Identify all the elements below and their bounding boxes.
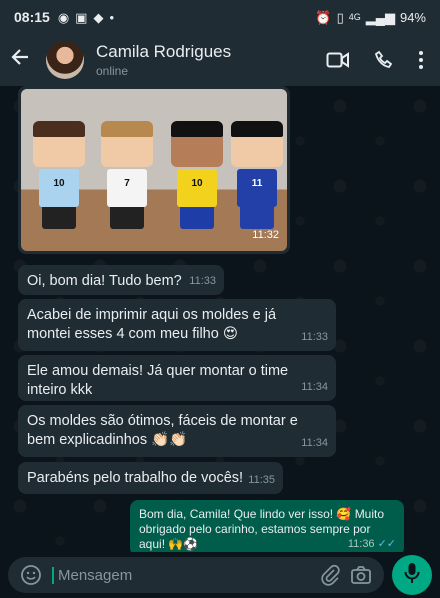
message-input[interactable] — [52, 566, 310, 584]
message-time: 11:36 — [347, 538, 375, 550]
attach-icon[interactable] — [320, 564, 340, 586]
back-arrow-icon[interactable] — [10, 47, 40, 73]
paper-figure: 10 — [31, 121, 87, 229]
message-text: Ele amou demais! Já quer montar o time i… — [27, 363, 289, 398]
microphone-icon — [404, 562, 420, 589]
chat-area[interactable]: 10 7 10 11 11:32 Oi, bom dia! Tudo bem? — [0, 86, 440, 556]
message-input-pill — [8, 557, 384, 593]
incoming-message[interactable]: Ele amou demais! Já quer montar o time i… — [18, 355, 336, 401]
message-time: 11:34 — [301, 381, 328, 393]
message-text: Oi, bom dia! Tudo bem? — [27, 273, 182, 289]
message-text: Parabéns pelo trabalho de vocês! — [27, 470, 244, 486]
contact-name: Camila Rodrigues — [96, 42, 232, 61]
vibrate-icon: ▯ — [336, 9, 344, 25]
status-bar: 08:15 ◉ ▣ ◆ • ⏰ ▯ 4G ▂▄▆ 94% — [0, 0, 440, 34]
photo-of-paper-figures[interactable]: 10 7 10 11 11:32 — [21, 89, 287, 251]
more-notifications-dot-icon: • — [109, 9, 115, 25]
message-time-status: 11:36 ✓✓ — [348, 537, 396, 552]
message-time: 11:32 — [252, 229, 279, 241]
emoji-icon[interactable] — [20, 564, 42, 586]
network-label: 4G — [348, 11, 361, 22]
message-time: 11:34 — [301, 437, 328, 449]
camera-icon[interactable] — [350, 565, 372, 585]
incoming-message[interactable]: Oi, bom dia! Tudo bem? 11:33 — [18, 265, 224, 295]
signal-icon: ▂▄▆ — [365, 9, 395, 25]
chat-notification-icon: ▣ — [75, 9, 88, 25]
game-notification-icon: ◆ — [93, 9, 104, 25]
message-time: 11:35 — [248, 474, 275, 486]
incoming-message[interactable]: Parabéns pelo trabalho de vocês! 11:35 — [18, 462, 283, 494]
status-time: 08:15 — [14, 9, 50, 25]
message-text: Acabei de imprimir aqui os moldes e já m… — [27, 307, 277, 342]
microphone-button[interactable] — [392, 555, 432, 595]
message-time: 11:33 — [189, 275, 216, 287]
contact-status: online — [96, 64, 129, 78]
outgoing-message[interactable]: Bom dia, Camila! Que lindo ver isso! 🥰 M… — [130, 500, 404, 556]
alarm-icon: ⏰ — [315, 9, 332, 25]
chat-header: Camila Rodrigues online — [0, 34, 440, 86]
more-options-icon[interactable] — [418, 50, 424, 70]
paper-figure: 11 — [229, 121, 285, 229]
incoming-message[interactable]: Acabei de imprimir aqui os moldes e já m… — [18, 299, 336, 351]
contact-avatar[interactable] — [46, 41, 84, 79]
paper-figure: 7 — [99, 121, 155, 229]
message-time: 11:33 — [301, 331, 328, 343]
voice-call-icon[interactable] — [374, 50, 394, 70]
video-call-icon[interactable] — [326, 51, 350, 69]
paper-figure: 10 — [169, 121, 225, 229]
read-ticks-icon: ✓✓ — [377, 538, 396, 550]
incoming-message[interactable]: Os moldes são ótimos, fáceis de montar e… — [18, 405, 336, 457]
message-text: Os moldes são ótimos, fáceis de montar e… — [27, 413, 298, 448]
whatsapp-notification-icon: ◉ — [57, 9, 70, 25]
battery-percent: 94% — [399, 9, 426, 25]
contact-info[interactable]: Camila Rodrigues online — [96, 42, 231, 78]
image-message[interactable]: 10 7 10 11 11:32 — [18, 86, 290, 254]
message-composer — [0, 552, 440, 598]
